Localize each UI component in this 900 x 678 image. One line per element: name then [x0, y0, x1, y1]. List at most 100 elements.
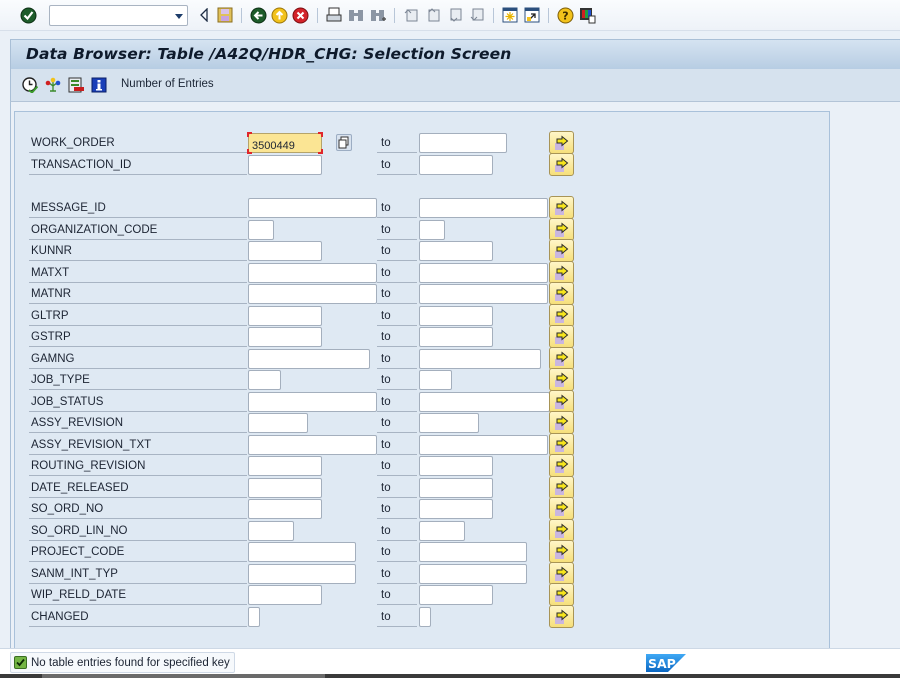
command-field[interactable]: [49, 5, 188, 28]
to-value-field[interactable]: [419, 370, 452, 392]
from-value-field[interactable]: [247, 132, 323, 155]
to-value-input[interactable]: [420, 396, 549, 414]
to-value-input[interactable]: [420, 568, 526, 586]
multiple-selection-button[interactable]: [549, 605, 574, 628]
from-value-input[interactable]: [249, 482, 321, 500]
information-icon[interactable]: [91, 77, 107, 93]
from-value-field[interactable]: [248, 435, 377, 457]
multiple-selection-button[interactable]: [549, 218, 574, 241]
from-value-field[interactable]: [248, 413, 308, 435]
number-of-entries-button[interactable]: Number of Entries: [121, 78, 214, 90]
to-value-field[interactable]: [419, 478, 493, 500]
find-next-icon[interactable]: [369, 6, 387, 24]
back-icon[interactable]: [249, 6, 267, 24]
from-value-input[interactable]: [249, 331, 321, 349]
from-value-field[interactable]: [248, 585, 322, 607]
from-value-field[interactable]: [248, 327, 322, 349]
from-value-field[interactable]: [248, 306, 322, 328]
to-value-field[interactable]: [419, 263, 548, 285]
multiple-selection-button[interactable]: [549, 131, 574, 154]
command-input[interactable]: [50, 8, 168, 28]
from-value-input[interactable]: [249, 589, 321, 607]
from-value-field[interactable]: [248, 456, 322, 478]
from-value-input[interactable]: [249, 568, 355, 586]
to-value-field[interactable]: [419, 499, 493, 521]
multiple-selection-button[interactable]: [549, 540, 574, 563]
multiple-selection-button[interactable]: [549, 196, 574, 219]
to-value-field[interactable]: [419, 306, 493, 328]
from-value-input[interactable]: [249, 310, 321, 328]
to-value-input[interactable]: [420, 202, 547, 220]
from-value-input[interactable]: [249, 611, 259, 629]
multiple-selection-button[interactable]: [549, 562, 574, 585]
from-value-field[interactable]: [248, 607, 260, 629]
from-value-field[interactable]: [248, 241, 322, 263]
to-value-field[interactable]: [419, 564, 527, 586]
multiple-selection-button[interactable]: [549, 433, 574, 456]
to-value-input[interactable]: [420, 611, 430, 629]
delete-row-icon[interactable]: [68, 77, 84, 93]
to-value-input[interactable]: [420, 288, 547, 306]
back-nav-icon[interactable]: [195, 6, 213, 24]
from-value-field[interactable]: [248, 521, 294, 543]
multiple-selection-button[interactable]: [549, 454, 574, 477]
last-page-icon[interactable]: [468, 6, 486, 24]
multiple-selection-button[interactable]: [549, 497, 574, 520]
to-value-input[interactable]: [420, 589, 492, 607]
to-value-input[interactable]: [420, 546, 526, 564]
from-value-input[interactable]: [249, 202, 376, 220]
to-value-field[interactable]: [419, 456, 493, 478]
from-value-field[interactable]: [248, 392, 377, 414]
multiple-selection-button[interactable]: [549, 519, 574, 542]
to-value-field[interactable]: [419, 241, 493, 263]
status-message[interactable]: No table entries found for specified key: [10, 652, 235, 673]
from-value-input[interactable]: [249, 159, 321, 177]
multiple-selection-copy-icon[interactable]: [336, 134, 352, 151]
from-value-input[interactable]: [249, 396, 376, 414]
from-value-field[interactable]: [248, 499, 322, 521]
to-value-input[interactable]: [420, 310, 492, 328]
from-value-field[interactable]: [248, 284, 377, 306]
multiple-selection-button[interactable]: [549, 282, 574, 305]
previous-page-icon[interactable]: [424, 6, 442, 24]
to-value-field[interactable]: [419, 435, 548, 457]
customize-layout-icon[interactable]: [578, 6, 596, 24]
to-value-field[interactable]: [419, 198, 548, 220]
to-value-field[interactable]: [419, 133, 507, 155]
to-value-field[interactable]: [419, 413, 479, 435]
from-value-field[interactable]: [248, 542, 356, 564]
multiple-selection-button[interactable]: [549, 304, 574, 327]
to-value-input[interactable]: [420, 439, 547, 457]
multiple-selection-button[interactable]: [549, 390, 574, 413]
from-value-input[interactable]: [249, 460, 321, 478]
to-value-input[interactable]: [420, 267, 547, 285]
save-icon[interactable]: [216, 6, 234, 24]
exit-icon[interactable]: [270, 6, 288, 24]
to-value-input[interactable]: [420, 245, 492, 263]
to-value-input[interactable]: [420, 224, 444, 242]
next-page-icon[interactable]: [446, 6, 464, 24]
to-value-field[interactable]: [419, 155, 493, 177]
from-value-input[interactable]: [249, 224, 273, 242]
from-value-input[interactable]: [249, 353, 369, 371]
from-value-field[interactable]: [248, 349, 370, 371]
to-value-input[interactable]: [420, 482, 492, 500]
to-value-input[interactable]: [420, 417, 478, 435]
from-value-input[interactable]: [249, 137, 321, 155]
find-icon[interactable]: [347, 6, 365, 24]
multiple-selection-button[interactable]: [549, 583, 574, 606]
from-value-input[interactable]: [249, 546, 355, 564]
from-value-field[interactable]: [248, 155, 322, 177]
to-value-field[interactable]: [419, 327, 493, 349]
multiple-selection-button[interactable]: [549, 153, 574, 176]
from-value-field[interactable]: [248, 198, 377, 220]
to-value-input[interactable]: [420, 137, 506, 155]
help-icon[interactable]: ?: [556, 6, 574, 24]
from-value-field[interactable]: [248, 564, 356, 586]
multiple-selection-button[interactable]: [549, 368, 574, 391]
from-value-input[interactable]: [249, 245, 321, 263]
to-value-field[interactable]: [419, 585, 493, 607]
from-value-input[interactable]: [249, 417, 307, 435]
to-value-field[interactable]: [419, 284, 548, 306]
from-value-input[interactable]: [249, 439, 376, 457]
